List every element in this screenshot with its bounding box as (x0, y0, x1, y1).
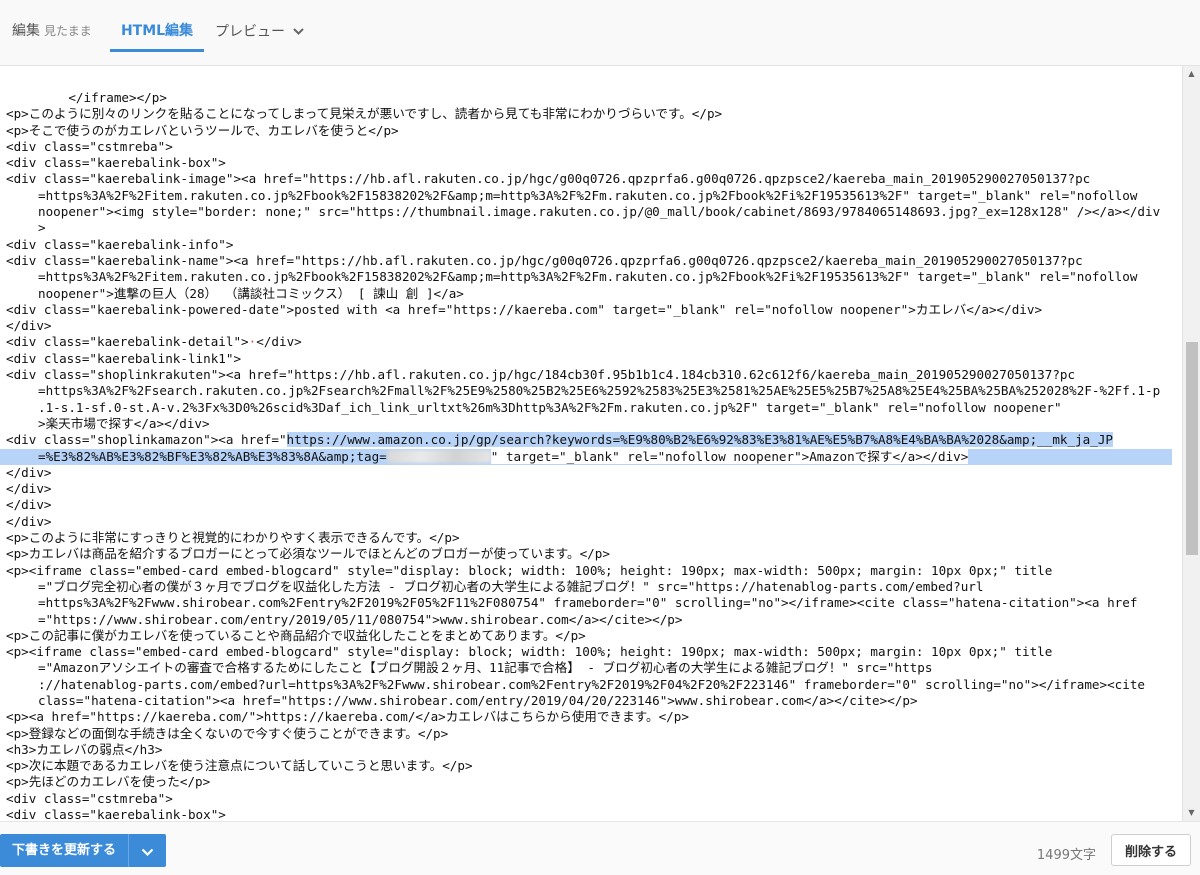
code-line: =https%3A%2F%2Fitem.rakuten.co.jp%2Fbook… (38, 187, 1138, 203)
code-line: <div class="kaerebalink-image"><a href="… (6, 171, 1091, 187)
code-line-detail: <div class="kaerebalink-detail">·</div> (6, 334, 302, 350)
code-line: <div class="kaerebalink-name"><a href="h… (6, 252, 1083, 268)
code-line: <p>このように別々のリンクを貼ることになってしまって見栄えが悪いですし、読者か… (6, 106, 723, 122)
tab-wysiwyg[interactable]: 編集 見たまま (12, 0, 92, 50)
code-line: ="https://www.shirobear.com/entry/2019/0… (38, 611, 683, 627)
scroll-up-icon[interactable]: ▲ (1183, 66, 1200, 82)
code-line: >楽天市場で探す</a></div> (38, 415, 210, 431)
tab-wysiwyg-sublabel: 見たまま (44, 24, 92, 38)
tab-html-edit[interactable]: HTML編集 (110, 0, 204, 52)
editor-mode-tabs: 編集 見たまま HTML編集 プレビュー (0, 0, 1200, 66)
code-line-amazon-cont: =%E3%82%AB%E3%82%BF%E3%82%AB%E3%83%8A&am… (0, 448, 1172, 465)
editor-footer: 下書きを更新する 1499文字 削除する (0, 821, 1200, 875)
save-button-group: 下書きを更新する (0, 834, 167, 867)
chevron-down-icon (293, 0, 304, 62)
update-draft-button[interactable]: 下書きを更新する (0, 834, 129, 867)
code-line: </div> (6, 464, 52, 480)
code-line: </iframe></p> (38, 90, 167, 105)
tab-preview-label: プレビュー (215, 24, 285, 40)
code-line: =https%3A%2F%2Fsearch.rakuten.co.jp%2Fse… (38, 383, 1161, 399)
code-line: </div> (6, 318, 52, 334)
code-line: <p>この記事に僕がカエレバを使っていることや商品紹介で収益化したことをまとめて… (6, 627, 586, 643)
code-line: </div> (6, 481, 52, 497)
code-line: <p>カエレバは商品を紹介するブロガーにとって必須なツールでほとんどのブロガーが… (6, 546, 610, 562)
code-line: =https%3A%2F%2Fwww.shirobear.com%2Fentry… (38, 595, 1138, 611)
code-line: noopener"><img style="border: none;" src… (38, 204, 1161, 220)
code-line: > (38, 220, 46, 236)
save-options-dropdown[interactable] (128, 834, 167, 867)
code-line-amazon: <div class="shoplinkamazon"><a href="htt… (0, 432, 1172, 448)
scrollbar-thumb[interactable] (1186, 342, 1198, 555)
code-area[interactable]: </iframe></p> <p>このように別々のリンクを貼ることになってしまっ… (0, 90, 1172, 821)
code-line: <p>そこで使うのがカエレバというツールで、カエレバを使うと</p> (6, 122, 399, 138)
code-line: =https%3A%2F%2Fitem.rakuten.co.jp%2Fbook… (38, 269, 1138, 285)
scroll-down-icon[interactable]: ▼ (1183, 805, 1200, 821)
code-line: <div class="cstmreba"> (6, 138, 173, 154)
code-line: <p>次に本題であるカエレバを使う注意点について話していこうと思います。</p> (6, 758, 473, 774)
code-line: <p><iframe class="embed-card embed-blogc… (6, 644, 1053, 660)
code-line: class="hatena-citation"><a href="https:/… (38, 692, 918, 708)
code-text: " target="_blank" rel="nofollow noopener… (490, 448, 969, 464)
code-line: <div class="cstmreba"> (6, 790, 173, 806)
code-line: ="ブログ完全初心者の僕が３ヶ月でブログを収益化した方法 - ブログ初心者の大学… (38, 578, 984, 594)
tab-preview[interactable]: プレビュー (215, 0, 304, 50)
code-line: </div> (6, 513, 52, 529)
code-line: ="Amazonアソシエイトの審査で合格するためにしたこと【ブログ開設２ヶ月、1… (38, 660, 933, 676)
chevron-down-icon (141, 841, 154, 860)
delete-button[interactable]: 削除する (1111, 834, 1191, 866)
selected-text: https://www.amazon.co.jp/gp/search?keywo… (286, 432, 1113, 448)
code-line: <div class="kaerebalink-link1"> (6, 350, 242, 366)
cursor-marker: · (248, 334, 257, 350)
code-line: <p><iframe class="embed-card embed-blogc… (6, 562, 1053, 578)
code-line: <div class="kaerebalink-powered-date">po… (6, 301, 1043, 317)
selected-text: =%E3%82%AB%E3%82%BF%E3%82%AB%E3%83%8A&am… (38, 448, 387, 464)
code-line: </div> (6, 497, 52, 513)
tab-html-edit-label: HTML編集 (120, 23, 194, 39)
character-count: 1499文字 (1036, 848, 1096, 863)
code-line: ://hatenablog-parts.com/embed?url=https%… (38, 676, 1145, 692)
code-line: <p>このように非常にすっきりと視覚的にわかりやすく表示できるんです。</p> (6, 530, 460, 546)
html-editor[interactable]: </iframe></p> <p>このように別々のリンクを貼ることになってしまっ… (0, 66, 1200, 821)
vertical-scrollbar[interactable]: ▲ ▼ (1182, 66, 1200, 821)
code-line: <div class="kaerebalink-box"> (6, 155, 226, 171)
code-line: <div class="kaerebalink-info"> (6, 236, 234, 252)
code-line: .1-s.1-sf.0-st.A-v.2%3Fx%3D0%26scid%3Daf… (38, 399, 1062, 415)
code-line: <h3>カエレバの弱点</h3> (6, 741, 163, 757)
code-line: <p>先ほどのカエレバを使った</p> (6, 774, 211, 790)
tab-wysiwyg-label: 編集 (12, 23, 40, 39)
code-line: <p>登録などの面倒な手続きは全くないので今すぐ使うことができます。</p> (6, 725, 449, 741)
code-line: <div class="shoplinkrakuten"><a href="ht… (6, 367, 1076, 383)
code-text: <div class="kaerebalink-detail"> (6, 334, 249, 350)
code-text: <div class="shoplinkamazon"><a href=" (6, 432, 287, 448)
code-line: noopener">進撃の巨人（28） （講談社コミックス） [ 諫山 創 ]<… (38, 285, 464, 301)
code-line: <p><a href="https://kaereba.com/">https:… (6, 709, 689, 725)
redacted-tag (386, 449, 491, 463)
code-line: <div class="kaerebalink-box"> (6, 807, 226, 821)
